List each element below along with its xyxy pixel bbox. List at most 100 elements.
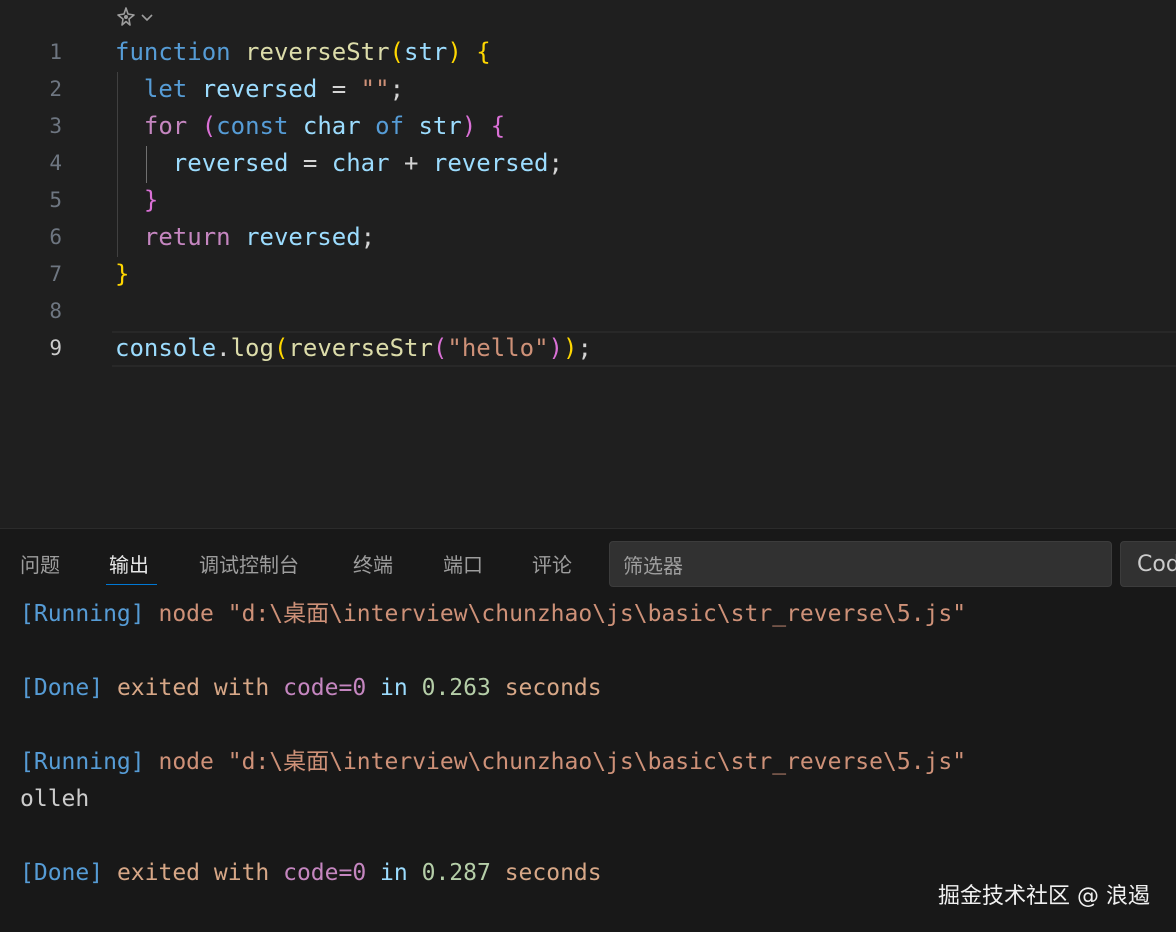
code-token: ( xyxy=(389,38,404,66)
code-token: reversed xyxy=(245,223,361,251)
code-token: + xyxy=(389,149,433,177)
code-token: const xyxy=(216,112,289,140)
output-token: "d:\桌面\interview\chunzhao\js\basic\str_r… xyxy=(227,601,967,627)
code-token: reversed xyxy=(201,75,318,103)
output-token: in xyxy=(366,860,422,886)
output-channel-select[interactable]: Code xyxy=(1120,541,1176,587)
code-token: char xyxy=(302,112,361,140)
code-editor[interactable]: 123456789 function reverseStr(str) { let… xyxy=(0,0,1176,528)
output-token: "d:\桌面\interview\chunzhao\js\basic\str_r… xyxy=(227,749,967,775)
tab-debug-console[interactable]: 调试控制台 xyxy=(199,549,299,578)
code-token: ) xyxy=(461,112,477,140)
output-token: code=0 xyxy=(283,675,367,701)
code-token: ; xyxy=(389,75,405,103)
code-token: = xyxy=(288,149,332,177)
chevron-down-icon[interactable] xyxy=(140,10,154,29)
line-number: 4 xyxy=(49,151,62,175)
output-token: seconds xyxy=(490,860,602,886)
output-token: 0.263 xyxy=(421,675,491,701)
code-token: . xyxy=(216,334,231,362)
output-line: [Done] exited with code=0 in 0.263 secon… xyxy=(20,673,602,703)
panel-tabs: 问题 输出 调试控制台 终端 端口 评论 xyxy=(0,529,600,587)
output-line: olleh xyxy=(20,784,89,814)
tab-ports[interactable]: 端口 xyxy=(443,549,483,578)
output-token: exited with xyxy=(103,860,284,886)
code-token: str xyxy=(418,112,462,140)
line-number: 1 xyxy=(49,40,62,64)
code-token: = xyxy=(317,75,361,103)
watermark: 掘金技术社区 @ 浪遏 xyxy=(938,884,1150,909)
code-token: ; xyxy=(360,223,376,251)
copilot-sparkle-icon[interactable] xyxy=(114,5,138,33)
output-token: olleh xyxy=(20,786,90,812)
code-line[interactable]: console.log(reverseStr("hello")); xyxy=(115,330,592,367)
tab-comments[interactable]: 评论 xyxy=(532,549,572,578)
code-line[interactable]: return reversed; xyxy=(115,219,375,256)
code-token: ( xyxy=(273,334,289,362)
output-token: node xyxy=(144,749,228,775)
line-number: 5 xyxy=(49,188,62,212)
output-token: node xyxy=(144,601,228,627)
output-line: [Running] node "d:\桌面\interview\chunzhao… xyxy=(20,599,966,629)
code-token: ; xyxy=(548,149,563,177)
code-token: reverseStr xyxy=(288,334,433,362)
code-line[interactable]: } xyxy=(115,256,129,293)
filter-input[interactable]: 筛选器 xyxy=(609,541,1112,587)
code-token: } xyxy=(115,260,130,288)
output-token: [Running] xyxy=(20,749,145,775)
tab-terminal[interactable]: 终端 xyxy=(353,549,393,578)
output-token: in xyxy=(366,675,422,701)
code-token: ) xyxy=(562,334,578,362)
code-token: log xyxy=(230,334,274,362)
code-token: "" xyxy=(360,75,390,103)
active-tab-indicator xyxy=(106,584,157,585)
output-line: [Done] exited with code=0 in 0.287 secon… xyxy=(20,858,602,888)
code-token: console xyxy=(115,334,217,362)
line-number: 2 xyxy=(49,77,62,101)
code-line[interactable]: let reversed = ""; xyxy=(115,71,404,108)
output-channel-value: Code xyxy=(1137,551,1176,577)
filter-placeholder: 筛选器 xyxy=(623,553,683,578)
code-line[interactable]: } xyxy=(115,182,158,219)
line-number: 8 xyxy=(49,299,62,323)
code-token: reverseStr xyxy=(245,38,390,66)
copilot-codelens[interactable] xyxy=(114,6,154,32)
code-line[interactable]: reversed = char + reversed; xyxy=(115,145,563,182)
code-line[interactable]: function reverseStr(str) { xyxy=(115,34,491,71)
code-token: str xyxy=(404,38,448,66)
code-token: of xyxy=(375,112,405,140)
output-line: [Running] node "d:\桌面\interview\chunzhao… xyxy=(20,747,966,777)
output-token: [Done] xyxy=(20,675,104,701)
code-token: ( xyxy=(432,334,448,362)
bottom-panel: 问题 输出 调试控制台 终端 端口 评论 筛选器 Code [Running] … xyxy=(0,528,1176,932)
code-token: ) xyxy=(548,334,563,362)
code-token: let xyxy=(143,75,188,103)
code-token: for xyxy=(143,112,188,140)
code-token: ; xyxy=(577,334,592,362)
tab-output[interactable]: 输出 xyxy=(109,549,149,578)
code-line[interactable]: for (const char of str) { xyxy=(115,108,505,145)
code-token: function xyxy=(115,38,231,66)
code-token: { xyxy=(490,112,506,140)
tab-problems[interactable]: 问题 xyxy=(20,549,60,578)
code-token: reversed xyxy=(172,149,289,177)
output-token: 0.287 xyxy=(421,860,491,886)
line-number: 9 xyxy=(49,336,62,360)
code-token: return xyxy=(143,223,231,251)
line-number: 3 xyxy=(49,114,62,138)
output-token: [Running] xyxy=(20,601,145,627)
line-number: 6 xyxy=(49,225,62,249)
code-token: char xyxy=(331,149,390,177)
